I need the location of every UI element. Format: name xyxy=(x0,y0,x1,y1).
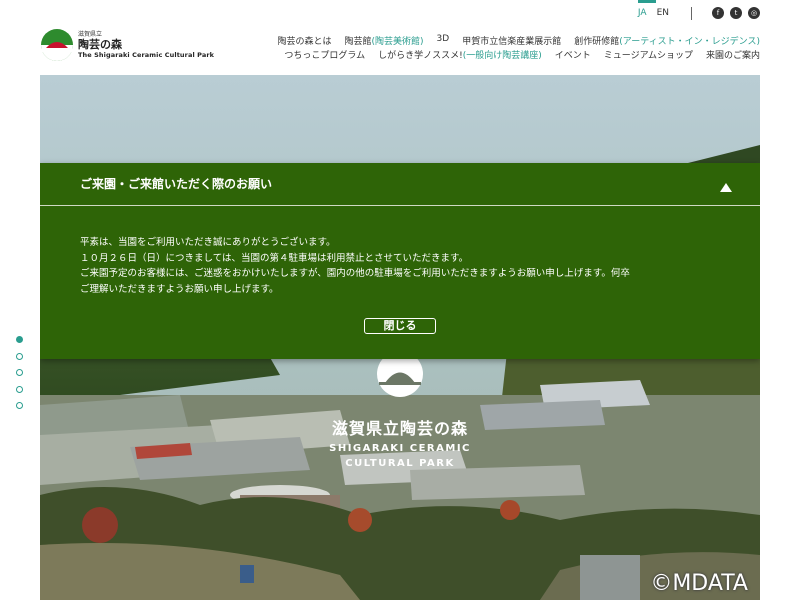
site-header: 滋賀県立 陶芸の森 The Shigaraki Ceramic Cultural… xyxy=(0,0,800,75)
hero-title-jp: 滋賀県立陶芸の森 xyxy=(331,419,468,438)
hero-title-en-line1: SHIGARAKI CERAMIC xyxy=(329,443,471,454)
logo-english: The Shigaraki Ceramic Cultural Park xyxy=(78,50,215,59)
notice-line: ご理解いただきますようお願い申し上げます。 xyxy=(80,283,279,295)
image-watermark: ©MDATA xyxy=(650,571,748,596)
logo-title: 陶芸の森 xyxy=(78,37,122,51)
topbar-divider xyxy=(691,6,692,20)
top-utility-bar: JA EN f t ◎ xyxy=(628,4,760,22)
slide-dot-4[interactable] xyxy=(16,385,23,393)
slide-dot-1[interactable] xyxy=(16,336,23,343)
global-nav-row-2: つちっこプログラム しがらき学ノススメ!(一般向け陶芸講座) イベント ミュージ… xyxy=(271,48,760,61)
collapse-triangle-icon[interactable] xyxy=(720,183,732,192)
nav-item-industry-hall[interactable]: 甲賀市立信楽産業展示館 xyxy=(462,34,561,47)
logo-mark-icon xyxy=(40,28,74,62)
slide-dot-2[interactable] xyxy=(16,352,23,360)
notice-line: 平素は、当園をご利用いただき誠にありがとうございます。 xyxy=(80,237,336,248)
site-logo[interactable]: 滋賀県立 陶芸の森 The Shigaraki Ceramic Cultural… xyxy=(40,28,214,62)
nav-item-tsuchikko[interactable]: つちっこプログラム xyxy=(284,48,365,61)
nav-item-residency[interactable]: 創作研修館(アーティスト・イン・レジデンス) xyxy=(574,34,760,47)
nav-item-shigaraki-study[interactable]: しがらき学ノススメ!(一般向け陶芸講座) xyxy=(378,48,542,61)
slide-dot-5[interactable] xyxy=(16,402,23,409)
slide-indicators xyxy=(16,336,23,419)
logo-prefecture: 滋賀県立 xyxy=(78,30,103,38)
nav-item-visit-info[interactable]: 来園のご案内 xyxy=(706,48,760,61)
notice-title: ご来園・ご来館いただく際のお願い xyxy=(80,177,273,191)
notice-divider xyxy=(40,205,760,206)
nav-item-museum-shop[interactable]: ミュージアムショップ xyxy=(604,48,693,61)
hero-title-en-line2: CULTURAL PARK xyxy=(345,458,455,469)
nav-item-3d[interactable]: 3D xyxy=(437,34,450,47)
nav-item-ceramic-hall[interactable]: 陶芸館(陶芸美術館) xyxy=(345,34,424,47)
global-nav-row-1: 陶芸の森とは 陶芸館(陶芸美術館) 3D 甲賀市立信楽産業展示館 創作研修館(ア… xyxy=(264,34,760,47)
instagram-icon[interactable]: ◎ xyxy=(748,7,760,19)
notice-line: ご来園予定のお客様には、ご迷惑をおかけいたしますが、園内の他の駐車場をご利用いた… xyxy=(80,268,630,279)
slide-dot-3[interactable] xyxy=(16,369,23,376)
nav-item-events[interactable]: イベント xyxy=(555,48,591,61)
hero-slideshow: 滋賀県立陶芸の森 SHIGARAKI CERAMIC CULTURAL PARK… xyxy=(40,75,760,600)
visitor-notice-panel: ご来園・ご来館いただく際のお願い 平素は、当園をご利用いただき誠にありがとうござ… xyxy=(40,163,760,359)
notice-close-button[interactable]: 閉じる xyxy=(364,318,436,334)
notice-line: １０月２６日（日）につきましては、当園の第４駐車場は利用禁止とさせていただきます… xyxy=(80,252,469,264)
lang-ja-link[interactable]: JA xyxy=(638,8,647,18)
nav-item-about[interactable]: 陶芸の森とは xyxy=(277,34,331,47)
lang-en-link[interactable]: EN xyxy=(657,8,669,18)
facebook-icon[interactable]: f xyxy=(712,7,724,19)
twitter-icon[interactable]: t xyxy=(730,7,742,19)
lang-active-indicator xyxy=(638,0,656,3)
notice-body: 平素は、当園をご利用いただき誠にありがとうございます。 １０月２６日（日）につき… xyxy=(80,235,740,297)
